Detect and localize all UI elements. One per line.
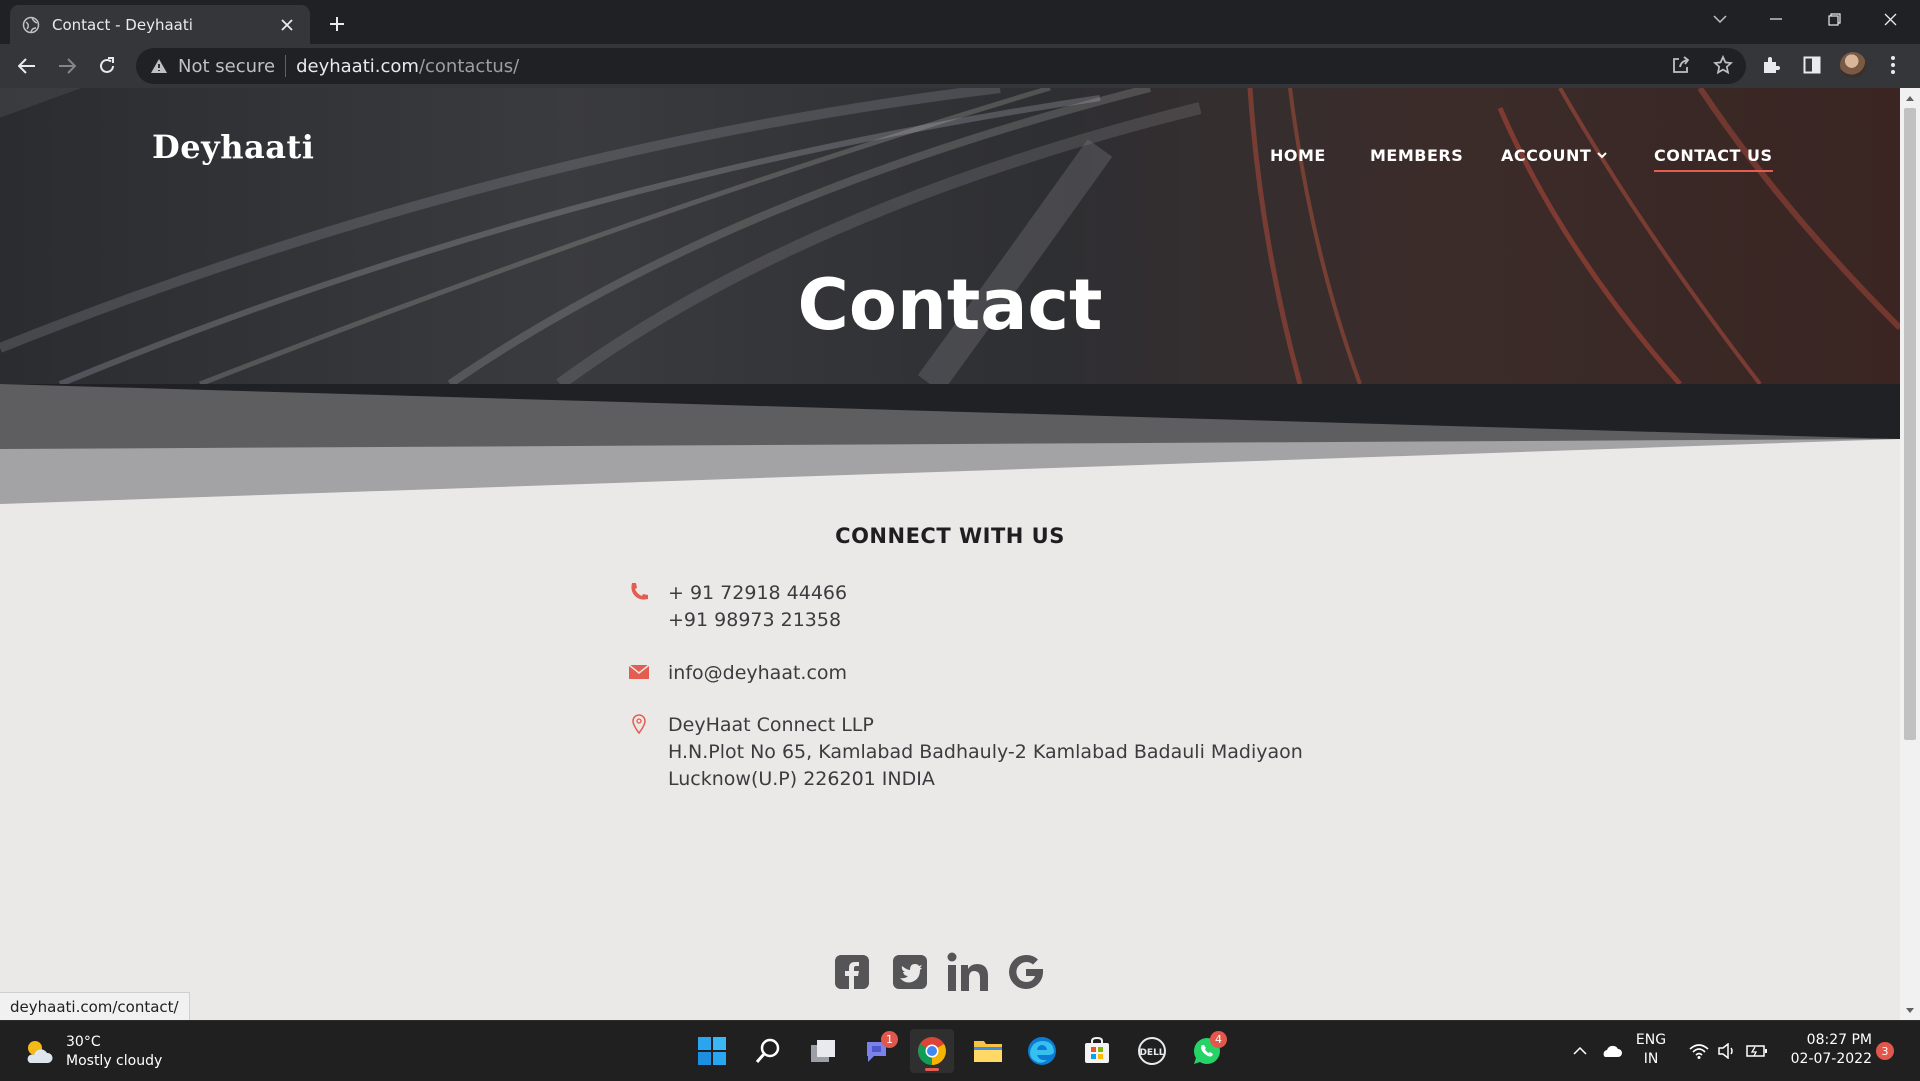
phone-number-1[interactable]: + 91 72918 44466 xyxy=(668,580,847,607)
show-hidden-icons-chevron[interactable] xyxy=(1568,1037,1592,1065)
reload-icon[interactable] xyxy=(92,51,122,81)
onedrive-cloud-icon[interactable] xyxy=(1596,1037,1626,1065)
close-tab-icon[interactable] xyxy=(276,14,298,36)
region-code: IN xyxy=(1643,1051,1659,1067)
tab-title: Contact - Deyhaati xyxy=(52,15,193,34)
svg-text:DELL: DELL xyxy=(1139,1048,1164,1058)
map-pin-icon xyxy=(632,714,646,735)
new-tab-button[interactable] xyxy=(322,9,352,39)
nav-members[interactable]: MEMBERS xyxy=(1370,146,1463,165)
forward-icon[interactable] xyxy=(52,51,82,81)
extensions-icon[interactable] xyxy=(1758,52,1784,78)
address-line-2: H.N.Plot No 65, Kamlabad Badhauly-2 Kaml… xyxy=(668,741,1303,763)
url-path: /contactus/ xyxy=(418,55,520,77)
windows-taskbar: 30°C Mostly cloudy 1 DELL 4 ENG IN 08:27… xyxy=(0,1020,1920,1081)
address-line-1: DeyHaat Connect LLP xyxy=(668,714,874,736)
warning-icon xyxy=(151,59,167,73)
scrollbar-thumb[interactable] xyxy=(1904,108,1916,740)
language-code: ENG xyxy=(1635,1032,1667,1048)
back-icon[interactable] xyxy=(12,51,42,81)
contact-email: info@deyhaat.com xyxy=(628,660,847,687)
edge-icon[interactable] xyxy=(1020,1029,1064,1073)
url-host: deyhaati.com xyxy=(296,55,419,77)
linkedin-icon[interactable] xyxy=(946,950,990,994)
system-clock[interactable]: 08:27 PM 02-07-2022 xyxy=(1776,1031,1872,1069)
whatsapp-icon[interactable]: 4 xyxy=(1185,1029,1229,1073)
partly-cloudy-icon xyxy=(27,1041,53,1063)
menu-kebab-icon[interactable] xyxy=(1880,52,1906,78)
status-bar-url: deyhaati.com/contact/ xyxy=(0,992,190,1022)
weather-widget[interactable]: 30°C Mostly cloudy xyxy=(24,1033,162,1071)
bookmark-star-icon[interactable] xyxy=(1710,52,1736,78)
vertical-scrollbar[interactable] xyxy=(1900,88,1920,1020)
weather-description: Mostly cloudy xyxy=(66,1053,163,1069)
minimize-icon[interactable] xyxy=(1748,0,1804,38)
omnibox-separator xyxy=(285,55,287,77)
security-label: Not secure xyxy=(178,55,276,77)
twitter-icon[interactable] xyxy=(888,950,932,994)
nav-account[interactable]: ACCOUNT xyxy=(1501,146,1607,165)
contact-phone: + 91 72918 44466 +91 98973 21358 xyxy=(628,580,847,634)
file-explorer-icon[interactable] xyxy=(966,1029,1010,1073)
address-bar[interactable]: Not secure deyhaati.com/contactus/ xyxy=(136,48,1746,84)
search-icon[interactable] xyxy=(746,1029,790,1073)
facebook-icon[interactable] xyxy=(830,950,874,994)
section-title: CONNECT WITH US xyxy=(835,524,1065,548)
wifi-icon[interactable] xyxy=(1686,1037,1712,1065)
start-button[interactable] xyxy=(690,1029,734,1073)
phone-icon xyxy=(631,583,648,600)
browser-toolbar: Not secure deyhaati.com/contactus/ xyxy=(0,44,1920,88)
volume-icon[interactable] xyxy=(1714,1037,1740,1065)
close-window-icon[interactable] xyxy=(1862,0,1918,38)
nav-account-label: ACCOUNT xyxy=(1501,146,1592,165)
clock-time: 08:27 PM xyxy=(1806,1032,1872,1048)
phone-number-2[interactable]: +91 98973 21358 xyxy=(668,607,847,634)
address-line-3: Lucknow(U.P) 226201 INDIA xyxy=(668,768,935,790)
globe-icon xyxy=(22,16,40,33)
envelope-icon xyxy=(628,664,650,679)
microsoft-store-icon[interactable] xyxy=(1075,1029,1119,1073)
profile-avatar[interactable] xyxy=(1840,52,1866,78)
scroll-down-icon[interactable] xyxy=(1904,1004,1916,1016)
share-icon[interactable] xyxy=(1668,52,1694,78)
dell-icon[interactable]: DELL xyxy=(1130,1029,1174,1073)
notification-count-badge[interactable]: 3 xyxy=(1876,1042,1894,1060)
weather-temp: 30°C xyxy=(66,1034,101,1050)
chrome-taskbar-icon[interactable] xyxy=(910,1029,954,1073)
nav-contact-us[interactable]: CONTACT US xyxy=(1654,146,1773,172)
teams-chat-icon[interactable]: 1 xyxy=(856,1029,900,1073)
web-page: Deyhaati HOME MEMBERS ACCOUNT CONTACT US… xyxy=(0,88,1900,1020)
google-icon[interactable] xyxy=(1004,950,1048,994)
hero-slant-divider xyxy=(0,384,1900,514)
side-panel-icon[interactable] xyxy=(1799,52,1825,78)
language-indicator[interactable]: ENG IN xyxy=(1628,1031,1674,1069)
page-title: Contact xyxy=(797,264,1103,346)
tab-search-icon[interactable] xyxy=(1692,0,1748,38)
clock-date: 02-07-2022 xyxy=(1790,1051,1872,1067)
active-app-indicator xyxy=(925,1068,939,1071)
hero-banner: Deyhaati HOME MEMBERS ACCOUNT CONTACT US… xyxy=(0,88,1900,384)
scroll-up-icon[interactable] xyxy=(1904,92,1916,104)
restore-icon[interactable] xyxy=(1806,0,1862,38)
site-logo[interactable]: Deyhaati xyxy=(152,128,314,166)
teams-badge: 1 xyxy=(881,1031,898,1048)
tab-strip: Contact - Deyhaati xyxy=(0,0,1920,44)
chevron-down-icon xyxy=(1597,152,1607,159)
contact-address: DeyHaat Connect LLP H.N.Plot No 65, Kaml… xyxy=(628,712,1303,793)
windows-logo-icon xyxy=(698,1037,726,1065)
browser-tab[interactable]: Contact - Deyhaati xyxy=(10,5,310,44)
email-link[interactable]: info@deyhaat.com xyxy=(668,660,847,687)
battery-icon[interactable] xyxy=(1744,1037,1770,1065)
task-view-icon[interactable] xyxy=(801,1029,845,1073)
nav-home[interactable]: HOME xyxy=(1270,146,1326,165)
whatsapp-badge: 4 xyxy=(1210,1031,1227,1048)
